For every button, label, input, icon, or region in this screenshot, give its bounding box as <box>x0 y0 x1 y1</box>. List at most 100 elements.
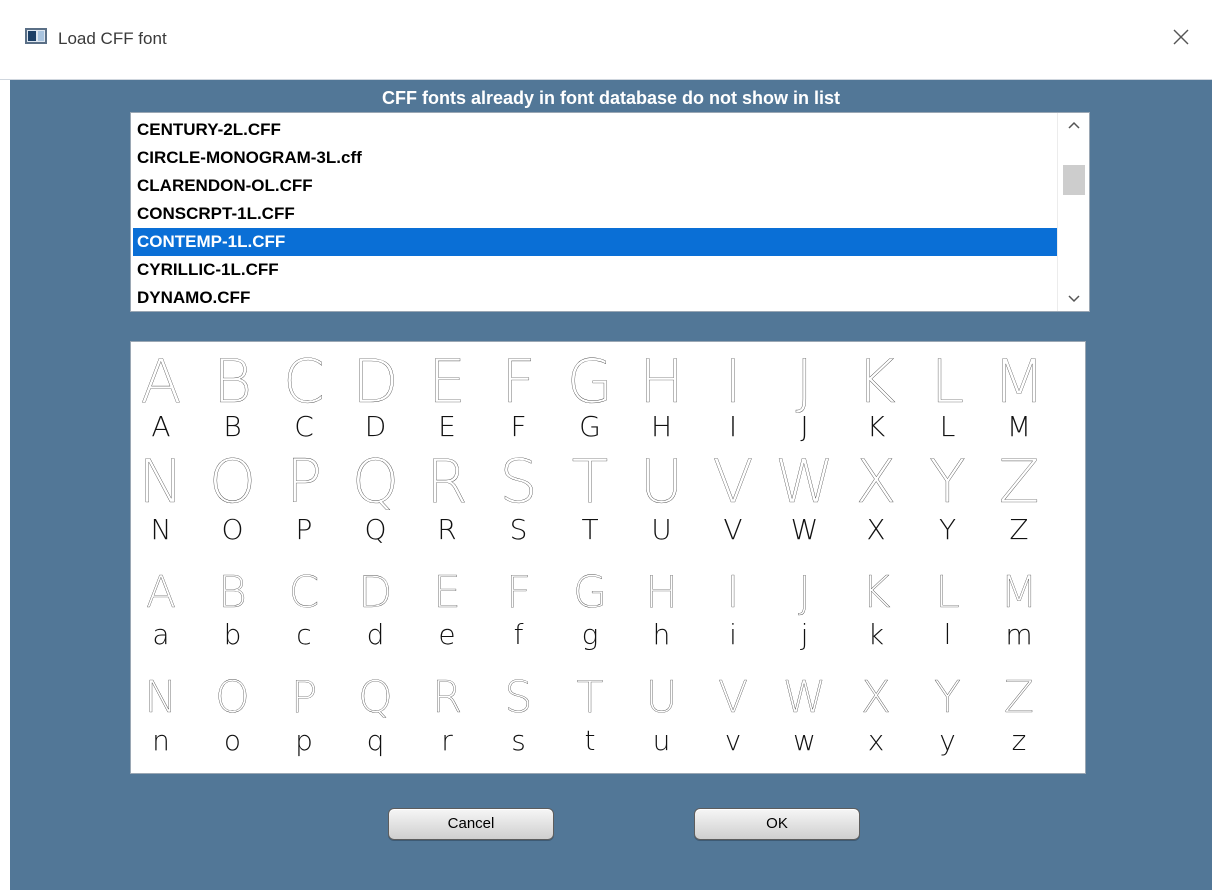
preview-glyph-label: A <box>151 410 170 443</box>
preview-glyph-label: p <box>295 724 313 757</box>
preview-glyph-large: P <box>286 447 322 517</box>
preview-glyph-label: O <box>221 513 243 546</box>
preview-glyph-label: K <box>867 410 886 443</box>
scroll-down-button[interactable] <box>1058 287 1090 311</box>
preview-glyph-large: U <box>640 447 684 517</box>
preview-glyph-large: C <box>283 347 325 417</box>
preview-glyph-large: N <box>145 672 178 723</box>
list-item-selected[interactable]: CONTEMP-1L.CFF <box>133 228 1057 256</box>
preview-glyph-label: E <box>438 410 456 443</box>
preview-glyph-large: P <box>291 672 318 723</box>
preview-glyph-label: f <box>514 618 524 651</box>
preview-glyph-label: m <box>1005 618 1032 651</box>
close-button[interactable] <box>1166 22 1196 52</box>
preview-glyph-large: C <box>289 567 320 618</box>
preview-glyph-label: G <box>579 410 601 443</box>
preview-glyph-large: T <box>577 672 604 723</box>
preview-glyph-label: L <box>940 410 956 443</box>
preview-glyph-large: S <box>499 447 537 517</box>
list-item[interactable]: CIRCLE-MONOGRAM-3L.cff <box>133 144 1057 172</box>
preview-glyph-large: V <box>718 672 748 723</box>
notice-text: CFF fonts already in font database do no… <box>381 88 841 108</box>
preview-glyph-label: o <box>224 724 241 757</box>
preview-glyph-large: M <box>1000 567 1038 618</box>
chevron-down-icon <box>1068 295 1080 303</box>
preview-glyph-label: I <box>729 410 737 443</box>
preview-glyph-large: R <box>432 672 463 723</box>
preview-glyph-label: v <box>725 724 742 757</box>
preview-glyph-large: F <box>501 347 536 417</box>
preview-glyph-large: Y <box>934 672 961 723</box>
preview-glyph-large: Q <box>358 672 393 723</box>
preview-glyph-large: E <box>428 347 466 417</box>
close-icon <box>1173 29 1189 45</box>
font-preview-glyphs: AABBCCDDEEFFGGHHIIJJKKLLMMNNOOPPQQRRSSTT… <box>138 347 1045 757</box>
preview-glyph-large: Z <box>998 447 1039 517</box>
scroll-up-button[interactable] <box>1058 113 1090 137</box>
preview-glyph-label: n <box>152 724 170 757</box>
preview-glyph-label: D <box>365 410 387 443</box>
preview-glyph-large: G <box>567 347 614 417</box>
preview-glyph-label: T <box>581 513 598 546</box>
preview-glyph-label: Y <box>939 513 956 546</box>
preview-glyph-label: C <box>294 410 314 443</box>
preview-glyph-label: w <box>793 724 816 757</box>
preview-glyph-label: h <box>653 618 671 651</box>
scroll-thumb[interactable] <box>1063 165 1085 195</box>
preview-glyph-label: X <box>866 513 885 546</box>
list-item[interactable]: CONSCRPT-1L.CFF <box>133 200 1057 228</box>
preview-glyph-large: Q <box>352 447 399 517</box>
cancel-button[interactable]: Cancel <box>388 808 554 840</box>
preview-glyph-label: e <box>438 618 455 651</box>
preview-glyph-large: W <box>775 447 834 517</box>
list-item[interactable]: CYRILLIC-1L.CFF <box>133 256 1057 284</box>
ok-button[interactable]: OK <box>694 808 860 840</box>
preview-glyph-large: I <box>724 347 742 417</box>
preview-glyph-label: S <box>510 513 528 546</box>
preview-glyph-label: b <box>224 618 242 651</box>
window-title: Load CFF font <box>58 29 167 48</box>
preview-glyph-label: x <box>868 724 885 757</box>
chevron-up-icon <box>1068 121 1080 129</box>
preview-glyph-label: j <box>800 618 809 651</box>
preview-glyph-large: A <box>140 347 181 417</box>
list-scrollbar[interactable] <box>1057 113 1089 311</box>
preview-glyph-large: F <box>506 567 531 618</box>
title-bar: Load CFF font <box>0 0 1212 80</box>
preview-glyph-label: H <box>651 410 672 443</box>
preview-glyph-large: N <box>139 447 184 517</box>
preview-glyph-large: X <box>855 447 896 517</box>
preview-glyph-large: K <box>856 347 895 417</box>
preview-glyph-label: r <box>441 724 453 757</box>
preview-glyph-large: I <box>727 567 740 618</box>
preview-glyph-large: L <box>935 567 960 618</box>
preview-glyph-label: l <box>944 618 952 651</box>
preview-glyph-large: H <box>645 567 678 618</box>
preview-glyph-large: V <box>712 447 753 517</box>
preview-glyph-large: A <box>146 567 176 618</box>
preview-glyph-large: J <box>798 567 811 618</box>
preview-glyph-large: X <box>861 672 891 723</box>
preview-glyph-label: P <box>296 513 313 546</box>
preview-glyph-label: t <box>585 724 596 757</box>
preview-glyph-label: q <box>367 724 385 757</box>
preview-glyph-large: B <box>213 347 252 417</box>
preview-glyph-label: d <box>367 618 385 651</box>
preview-glyph-large: H <box>639 347 684 417</box>
list-item[interactable]: CENTURY-2L.CFF <box>133 116 1057 144</box>
preview-glyph-label: Z <box>1009 513 1028 546</box>
preview-glyph-large: Z <box>1004 672 1034 723</box>
list-item[interactable]: DYNAMO.CFF <box>133 284 1057 312</box>
preview-glyph-label: U <box>651 513 672 546</box>
preview-glyph-label: Q <box>364 513 386 546</box>
preview-glyph-label: k <box>868 618 884 651</box>
application-window-icon <box>25 28 47 44</box>
preview-glyph-label: N <box>151 513 172 546</box>
font-list[interactable]: CENTURY-2L.CFF CIRCLE-MONOGRAM-3L.cff CL… <box>130 112 1090 312</box>
list-item[interactable]: CLARENDON-OL.CFF <box>133 172 1057 200</box>
preview-glyph-large: D <box>352 347 398 417</box>
preview-glyph-large: R <box>426 447 468 517</box>
preview-glyph-large: Y <box>929 447 966 517</box>
preview-glyph-label: i <box>729 618 737 651</box>
preview-glyph-large: L <box>931 347 964 417</box>
